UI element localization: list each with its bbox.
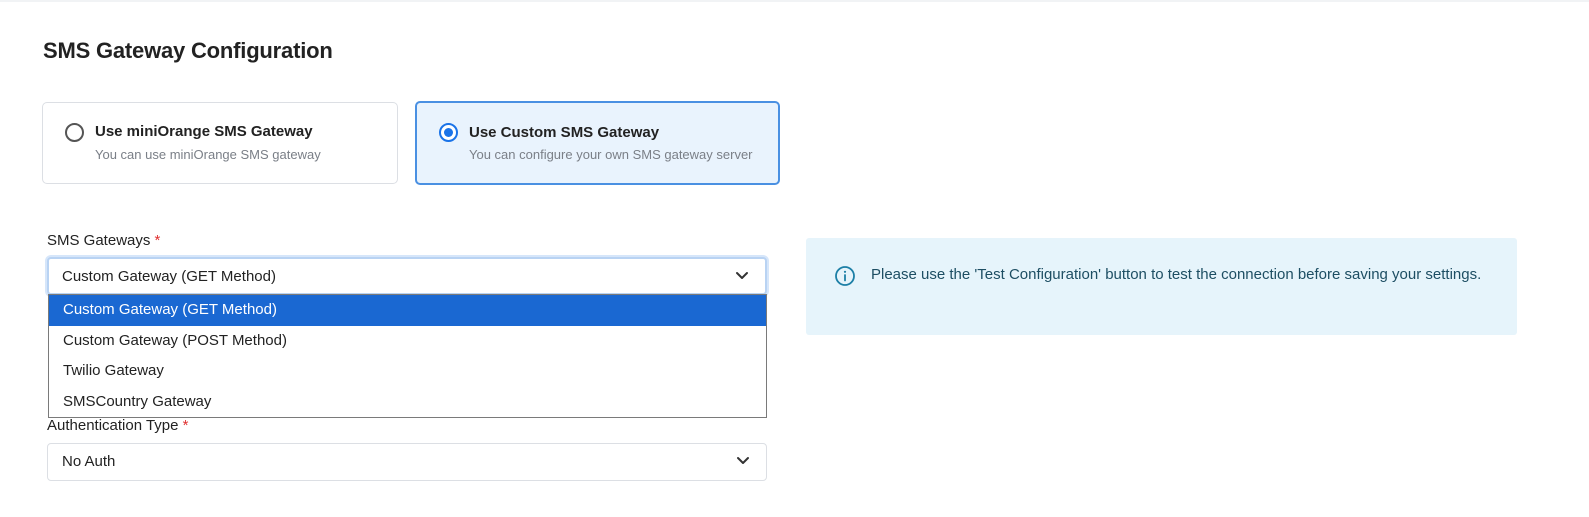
dropdown-option-post[interactable]: Custom Gateway (POST Method) [49,326,766,357]
authentication-type-label-text: Authentication Type [47,417,179,434]
info-text: Please use the 'Test Configuration' butt… [871,266,1482,283]
sms-gateways-value: Custom Gateway (GET Method) [62,268,276,285]
gateway-option-miniorange[interactable]: Use miniOrange SMS Gateway You can use m… [42,102,398,184]
required-mark: * [154,232,161,249]
dropdown-option-twilio[interactable]: Twilio Gateway [49,356,766,387]
sms-gateways-label-text: SMS Gateways [47,232,151,249]
sms-gateways-dropdown-list: Custom Gateway (GET Method) Custom Gatew… [48,294,767,418]
radio-custom[interactable] [439,123,458,142]
dropdown-option-get[interactable]: Custom Gateway (GET Method) [49,295,766,326]
gateway-option-title: Use miniOrange SMS Gateway [95,123,313,140]
gateway-option-custom[interactable]: Use Custom SMS Gateway You can configure… [415,101,780,185]
gateway-option-subtitle: You can configure your own SMS gateway s… [469,147,753,162]
info-alert: Please use the 'Test Configuration' butt… [806,238,1517,335]
radio-miniorange[interactable] [65,123,84,142]
authentication-type-value: No Auth [62,453,116,470]
chevron-down-icon [737,457,749,464]
dropdown-option-smscountry[interactable]: SMSCountry Gateway [49,387,766,418]
page-title: SMS Gateway Configuration [43,38,333,63]
sms-gateways-label: SMS Gateways * [47,232,160,249]
sms-gateways-select[interactable]: Custom Gateway (GET Method) [47,257,767,295]
required-mark: * [182,417,189,434]
authentication-type-label: Authentication Type * [47,417,189,434]
authentication-type-select[interactable]: No Auth [47,443,767,481]
top-divider [0,0,1589,2]
gateway-option-subtitle: You can use miniOrange SMS gateway [95,147,321,162]
radio-selected-dot [444,128,453,137]
gateway-option-title: Use Custom SMS Gateway [469,124,660,141]
chevron-down-icon [736,272,748,279]
info-icon [835,266,855,286]
